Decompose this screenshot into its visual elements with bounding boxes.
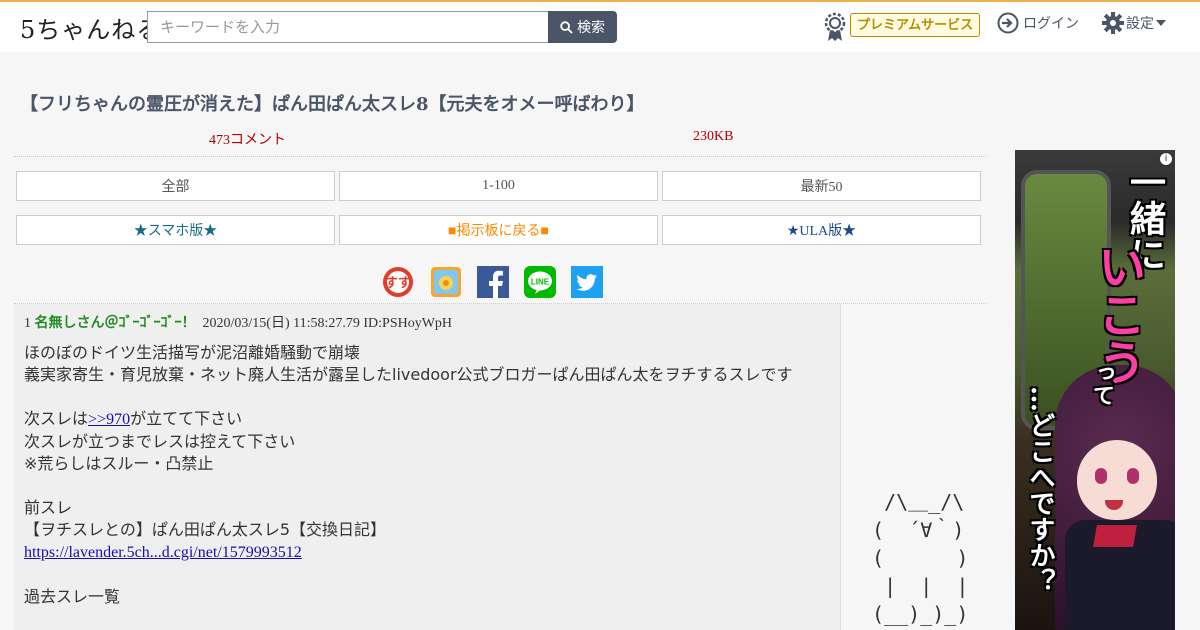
comment-count: 473コメント <box>209 133 286 148</box>
post-line: 次スレは>>970が立てて下さい <box>24 409 243 428</box>
ad-character-eye <box>1095 468 1107 484</box>
search-button[interactable]: 検索 <box>548 11 617 43</box>
login-label: ログイン <box>1023 15 1079 31</box>
post-header: 1 名無しさん＠ｺﾞｰｺﾞｰｺﾞｰ！ 2020/03/15(日) 11:58:2… <box>24 312 452 332</box>
ad-text-where: …どこへですか？ <box>1025 386 1055 594</box>
bookmark-icon[interactable] <box>430 266 462 298</box>
site-logo[interactable]: 5ちゃんねる <box>20 10 161 45</box>
post-number[interactable]: 1 <box>24 316 31 331</box>
facebook-icon[interactable] <box>477 266 509 298</box>
ascii-art: /\＿_/\ ( ´∀｀) ( ) | | | (__)_)_) <box>872 490 969 626</box>
post-line: 前スレ <box>24 498 73 517</box>
post-line: ※荒らしはスルー・凸禁止 <box>24 454 214 473</box>
svg-text:すす: すす <box>385 276 411 291</box>
nav-latest-button[interactable]: 最新50 <box>662 171 981 201</box>
nav-range-button[interactable]: 1-100 <box>339 171 658 201</box>
post-line: ほのぼのドイツ生活描写が泥沼離婚騒動で崩壊 <box>24 343 361 362</box>
ad-banner[interactable]: i 一緒に いこう って …どこへですか？ <box>1015 150 1175 630</box>
ad-character-eye <box>1127 468 1139 484</box>
settings-menu[interactable]: 設定 <box>1102 12 1166 34</box>
post-datetime: 2020/03/15(日) 11:58:27.79 <box>202 316 360 331</box>
gear-icon <box>1102 12 1124 34</box>
post-id[interactable]: ID:PSHoyWpH <box>363 316 452 331</box>
ula-version-button[interactable]: ★ULA版★ <box>662 215 981 245</box>
post-body: ほのぼのドイツ生活描写が泥沼離婚騒動で崩壊 義実家寄生・育児放棄・ネット廃人生活… <box>24 342 793 608</box>
svg-text:LINE: LINE <box>531 278 550 287</box>
back-to-board-button[interactable]: ■掲示板に戻る■ <box>339 215 658 245</box>
5ch-sns-icon[interactable]: すす <box>382 266 414 298</box>
login-icon <box>997 12 1019 34</box>
post-line: 【ヲチスレとの】ぱん田ぱん太スレ5【交換日記】 <box>24 520 387 539</box>
reply-anchor-link[interactable]: >>970 <box>88 411 130 428</box>
ad-text-tte: って <box>1089 362 1115 406</box>
premium-medal-icon[interactable] <box>824 12 846 42</box>
nav-all-button[interactable]: 全部 <box>16 171 335 201</box>
previous-thread-link[interactable]: https://lavender.5ch...d.cgi/net/1579993… <box>24 544 302 561</box>
site-header: 5ちゃんねる 検索 プレミアムサービス ログイン 設定 <box>0 0 1200 52</box>
premium-service-button[interactable]: プレミアムサービス <box>850 13 981 37</box>
post-line: 過去スレ一覧 <box>24 587 121 606</box>
settings-label: 設定 <box>1126 15 1154 31</box>
post-line: 義実家寄生・育児放棄・ネット廃人生活が露呈したlivedoor公式ブロガーぱん田… <box>24 365 793 384</box>
login-link[interactable]: ログイン <box>997 12 1079 34</box>
thread-title: 【フリちゃんの霊圧が消えた】ぱん田ぱん太スレ8【元夫をオメー呼ばわり】 <box>20 94 645 115</box>
search-input[interactable] <box>147 11 549 43</box>
thread-size: 230KB <box>693 129 734 144</box>
thread-meta: 473コメント 230KB <box>14 127 986 157</box>
logo-text: 5ちゃんねる <box>20 16 162 44</box>
post-line: 次スレが立つまでレスは控えて下さい <box>24 432 296 451</box>
line-icon[interactable]: LINE <box>524 266 556 298</box>
post-1: 1 名無しさん＠ｺﾞｰｺﾞｰｺﾞｰ！ 2020/03/15(日) 11:58:2… <box>14 304 840 630</box>
search-button-label: 検索 <box>577 19 605 35</box>
search-icon <box>560 20 573 34</box>
post-author-name: 名無しさん＠ｺﾞｰｺﾞｰｺﾞｰ！ <box>34 316 196 331</box>
twitter-icon[interactable] <box>571 266 603 298</box>
smartphone-version-button[interactable]: ★スマホ版★ <box>16 215 335 245</box>
share-bar: すす LINE <box>14 259 986 304</box>
caret-down-icon <box>1156 20 1166 26</box>
ad-character-ribbon <box>1093 525 1137 547</box>
